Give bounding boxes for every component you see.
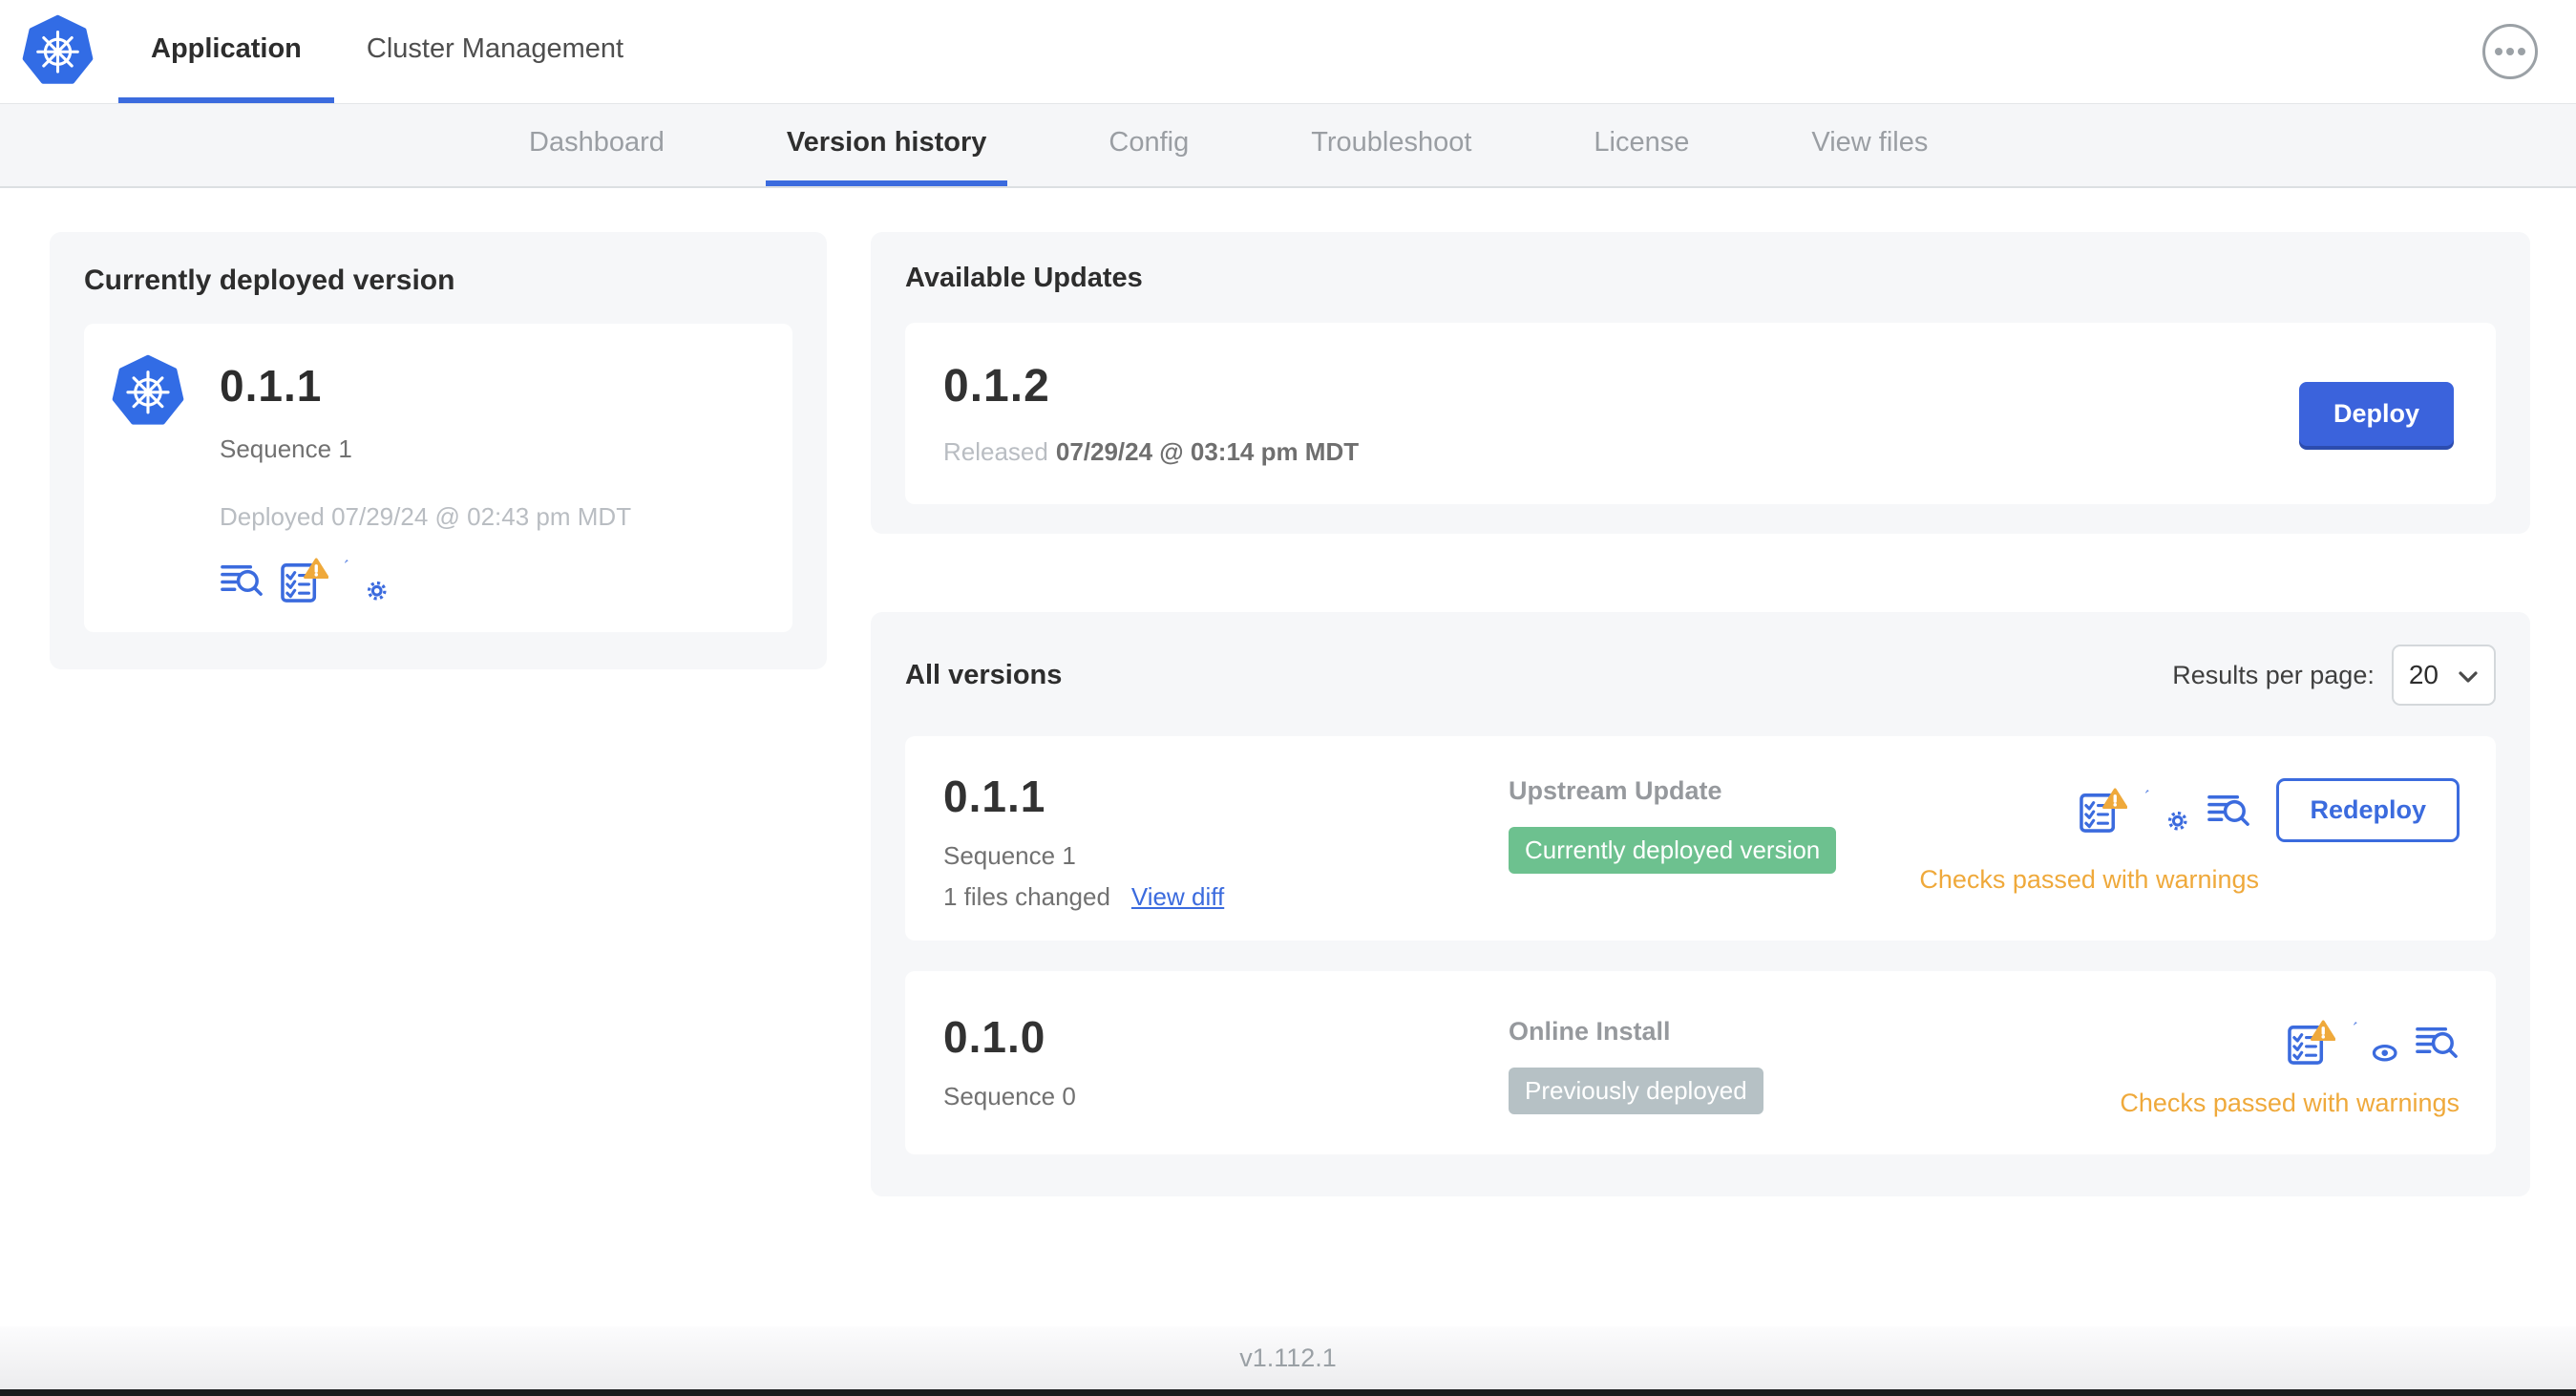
release-notes-icon[interactable] — [220, 559, 264, 602]
deployed-timestamp: Deployed 07/29/24 @ 02:43 pm MDT — [220, 502, 632, 531]
console-version-label: v1.112.1 — [1239, 1343, 1337, 1372]
chevron-down-icon — [2458, 660, 2479, 690]
row-version-number: 0.1.1 — [943, 772, 1046, 821]
all-versions-title: All versions — [905, 659, 1063, 690]
subnav-tab-troubleshoot[interactable]: Troubleshoot — [1290, 104, 1492, 186]
version-row-0-1-1: 0.1.1 Sequence 1 1 files changed View di… — [905, 736, 2496, 941]
edit-config-icon[interactable] — [344, 559, 389, 602]
status-badge-previously-deployed: Previously deployed — [1509, 1068, 1763, 1114]
redeploy-button[interactable]: Redeploy — [2276, 778, 2460, 842]
kots-admin-console: Application Cluster Management Dashboard… — [0, 0, 2576, 1396]
available-update-card: 0.1.2 Released 07/29/24 @ 03:14 pm MDT De… — [905, 323, 2496, 504]
kubernetes-app-icon — [111, 354, 185, 429]
release-notes-icon[interactable] — [2206, 789, 2251, 832]
subnav-tab-config[interactable]: Config — [1087, 104, 1210, 186]
subnav-tab-version-history[interactable]: Version history — [765, 104, 1008, 186]
row-version-number: 0.1.0 — [943, 1012, 1046, 1062]
app-subnav: Dashboard Version history Config Trouble… — [0, 104, 2576, 188]
status-badge-currently-deployed: Currently deployed version — [1509, 827, 1837, 874]
view-diff-link[interactable]: View diff — [1131, 882, 1224, 912]
deployed-version-number: 0.1.1 — [220, 361, 323, 411]
available-updates-panel: Available Updates 0.1.2 Released 07/29/24… — [871, 232, 2530, 534]
preflight-checks-warning-icon[interactable] — [280, 557, 328, 603]
row-source-label: Upstream Update — [1509, 776, 1722, 805]
currently-deployed-title: Currently deployed version — [84, 264, 455, 296]
preflight-checks-warning-icon[interactable] — [2079, 787, 2127, 834]
currently-deployed-card: 0.1.1 Sequence 1 Deployed 07/29/24 @ 02:… — [84, 324, 792, 632]
app-tabs: Application Cluster Management — [118, 0, 656, 103]
row-sequence: Sequence 0 — [943, 1082, 1076, 1110]
tab-application[interactable]: Application — [118, 0, 334, 103]
results-per-page-select[interactable]: 20 — [2391, 645, 2496, 706]
checks-status-text: Checks passed with warnings — [2120, 1089, 2460, 1117]
update-released-line: Released 07/29/24 @ 03:14 pm MDT — [943, 437, 1360, 466]
subnav-tab-view-files[interactable]: View files — [1790, 104, 1949, 186]
preflight-checks-warning-icon[interactable] — [2287, 1019, 2335, 1066]
row-sequence: Sequence 1 — [943, 841, 1076, 870]
edit-config-icon[interactable] — [2144, 789, 2189, 832]
subnav-tab-dashboard[interactable]: Dashboard — [508, 104, 686, 186]
update-version-number: 0.1.2 — [943, 361, 1050, 412]
deployed-sequence: Sequence 1 — [220, 434, 352, 463]
release-notes-icon[interactable] — [2415, 1021, 2460, 1064]
ellipsis-icon — [2493, 45, 2527, 59]
overflow-menu-button[interactable] — [2482, 24, 2538, 79]
version-row-0-1-0: 0.1.0 Sequence 0 Online Install Previous… — [905, 971, 2496, 1154]
view-config-icon[interactable] — [2353, 1021, 2397, 1064]
subnav-tab-license[interactable]: License — [1573, 104, 1710, 186]
app-header: Application Cluster Management — [0, 0, 2576, 104]
currently-deployed-panel: Currently deployed version 0.1.1 Sequenc… — [50, 232, 827, 669]
kubernetes-logo-icon — [21, 14, 95, 88]
main-content: Currently deployed version 0.1.1 Sequenc… — [0, 190, 2576, 1323]
all-versions-panel: All versions Results per page: 20 0.1.1 … — [871, 612, 2530, 1196]
results-per-page-label: Results per page: — [2172, 660, 2375, 689]
files-changed-label: 1 files changed — [943, 882, 1110, 911]
deploy-button[interactable]: Deploy — [2298, 381, 2454, 446]
checks-status-text: Checks passed with warnings — [1919, 865, 2259, 894]
page-footer: v1.112.1 — [0, 1326, 2576, 1389]
window-bottom-edge — [0, 1389, 2576, 1396]
tab-cluster-management[interactable]: Cluster Management — [334, 0, 656, 103]
available-updates-title: Available Updates — [905, 263, 1143, 293]
row-source-label: Online Install — [1509, 1017, 1671, 1046]
